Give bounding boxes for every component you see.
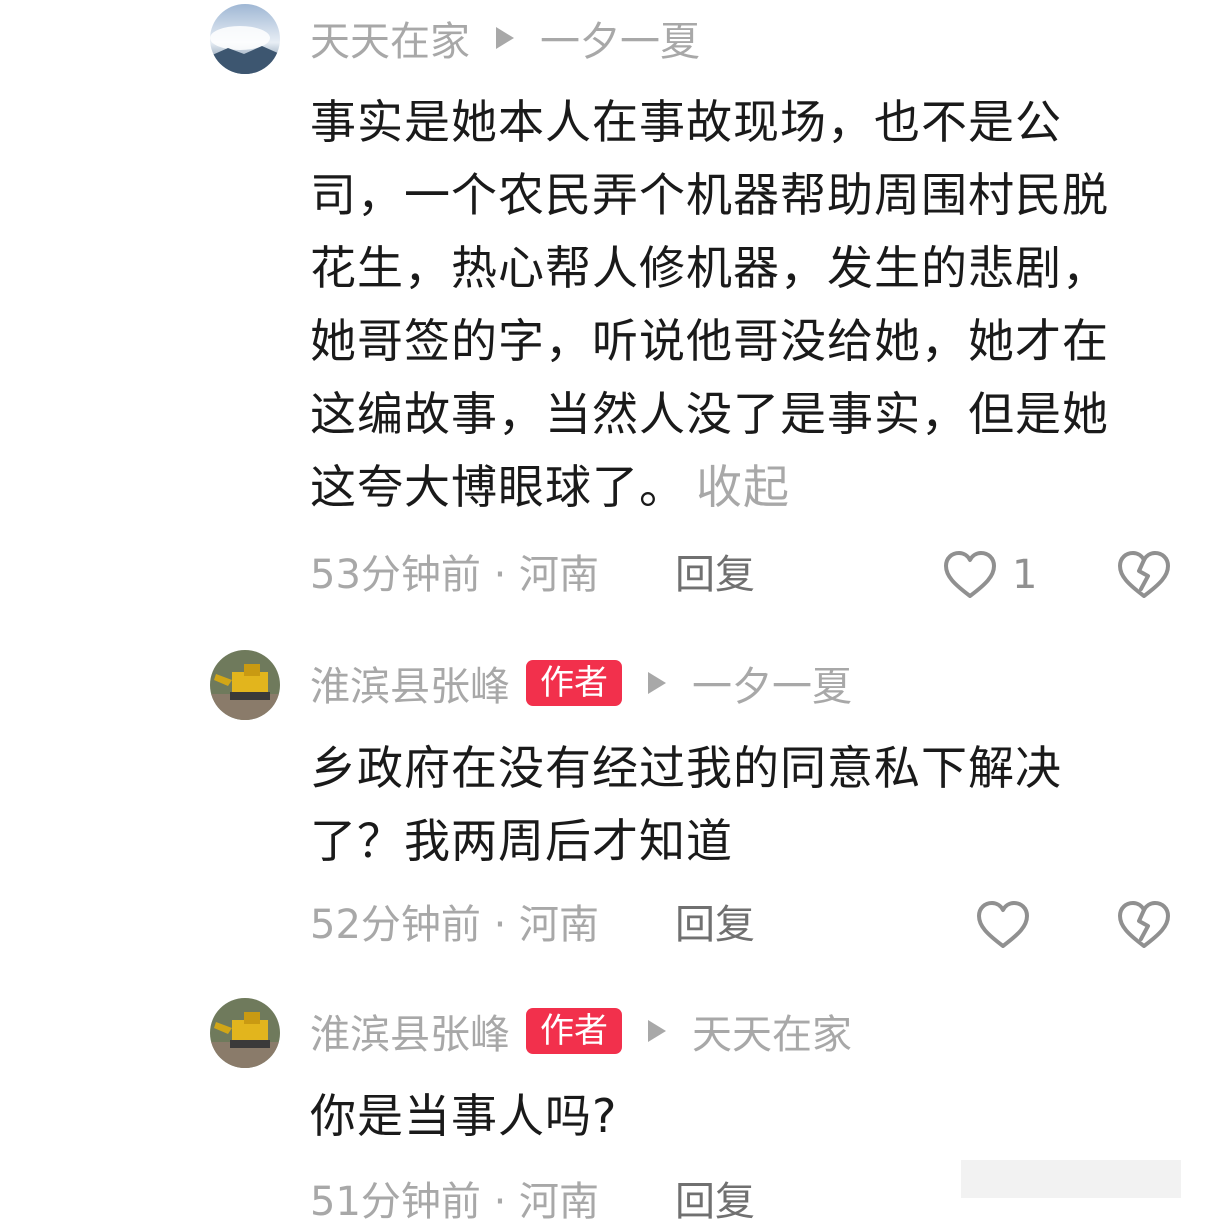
collapse-link[interactable]: 收起 xyxy=(696,460,790,514)
comment-text: 乡政府在没有经过我的同意私下解决了？我两周后才知道 xyxy=(310,741,1062,868)
play-triangle-icon xyxy=(648,1020,666,1042)
heart-outline-icon xyxy=(942,549,998,601)
time-location: 51分钟前 · 河南 xyxy=(310,1179,600,1225)
reply-button[interactable]: 回复 xyxy=(675,1172,755,1232)
time-location: 53分钟前 · 河南 xyxy=(310,552,600,598)
broken-heart-icon xyxy=(1116,549,1172,601)
comment-text: 事实是她本人在事故现场，也不是公司，一个农民弄个机器帮助周围村民脱花生，热心帮人… xyxy=(310,95,1109,514)
reply-to-name[interactable]: 一夕一夏 xyxy=(692,654,852,712)
reply-button[interactable]: 回复 xyxy=(675,895,755,955)
author-name[interactable]: 淮滨县张峰 xyxy=(310,1002,510,1060)
author-badge: 作者 xyxy=(526,660,622,706)
time-location: 52分钟前 · 河南 xyxy=(310,902,600,948)
avatar[interactable] xyxy=(210,650,280,720)
play-triangle-icon xyxy=(496,27,514,49)
author-name[interactable]: 淮滨县张峰 xyxy=(310,654,510,712)
avatar[interactable] xyxy=(210,998,280,1068)
like-button[interactable] xyxy=(975,895,1031,955)
comment-text-block: 你是当事人吗? xyxy=(310,1080,1150,1153)
author-badge: 作者 xyxy=(526,1008,622,1054)
like-button[interactable]: 1 xyxy=(942,545,1037,605)
like-count: 1 xyxy=(1012,552,1038,598)
comment-text-block: 事实是她本人在事故现场，也不是公司，一个农民弄个机器帮助周围村民脱花生，热心帮人… xyxy=(310,86,1150,524)
reply-button[interactable]: 回复 xyxy=(675,545,755,605)
reply-to-name[interactable]: 天天在家 xyxy=(692,1002,852,1060)
reply-to-name[interactable]: 一夕一夏 xyxy=(540,9,700,67)
comment-footer: 53分钟前 · 河南 回复 1 xyxy=(310,545,1190,605)
heart-outline-icon xyxy=(975,899,1031,951)
watermark-overlay xyxy=(961,1160,1181,1198)
broken-heart-icon xyxy=(1116,899,1172,951)
dislike-button[interactable] xyxy=(1116,545,1172,605)
comment-text: 你是当事人吗? xyxy=(310,1089,618,1143)
comment-header: 淮滨县张峰 作者 天天在家 xyxy=(310,1003,852,1059)
avatar[interactable] xyxy=(210,4,280,74)
author-name[interactable]: 天天在家 xyxy=(310,9,470,67)
play-triangle-icon xyxy=(648,672,666,694)
comment-header: 天天在家 一夕一夏 xyxy=(310,10,700,66)
dislike-button[interactable] xyxy=(1116,895,1172,955)
comment-footer: 52分钟前 · 河南 回复 xyxy=(310,895,1190,955)
comment-text-block: 乡政府在没有经过我的同意私下解决了？我两周后才知道 xyxy=(310,732,1150,878)
comment-header: 淮滨县张峰 作者 一夕一夏 xyxy=(310,655,852,711)
